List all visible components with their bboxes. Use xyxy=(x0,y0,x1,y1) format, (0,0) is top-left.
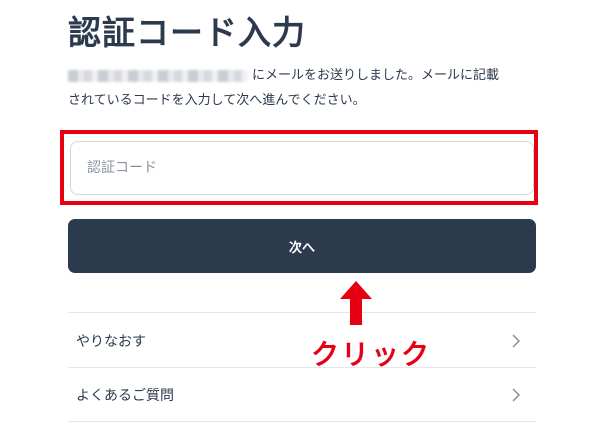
menu-item-retry-label: やりなおす xyxy=(76,334,146,350)
menu-item-retry[interactable]: やりなおす xyxy=(68,314,536,368)
divider xyxy=(68,312,536,313)
masked-email-address xyxy=(68,69,248,82)
menu-item-faq-label: よくあるご質問 xyxy=(76,388,174,404)
up-arrow-icon xyxy=(340,281,372,325)
click-annotation: クリック xyxy=(311,338,432,371)
chevron-right-icon xyxy=(508,387,524,403)
auth-code-input[interactable] xyxy=(70,141,534,195)
menu-item-faq[interactable]: よくあるご質問 xyxy=(68,368,536,422)
chevron-right-icon xyxy=(508,333,524,349)
page-title: 認証コード入力 xyxy=(68,13,306,52)
next-button[interactable]: 次へ xyxy=(68,219,536,273)
auth-code-page: 認証コード入力 にメールをお送りしました。メールに記載 されているコードを入力し… xyxy=(0,0,600,432)
instruction-line-1-text: にメールをお送りしました。メールに記載 xyxy=(252,68,500,83)
instruction-line-2: されているコードを入力して次へ進んでください。 xyxy=(68,93,366,108)
instruction-text: にメールをお送りしました。メールに記載 されているコードを入力して次へ進んでくだ… xyxy=(68,63,558,113)
instruction-line-1: にメールをお送りしました。メールに記載 xyxy=(68,63,558,88)
divider xyxy=(68,421,536,422)
